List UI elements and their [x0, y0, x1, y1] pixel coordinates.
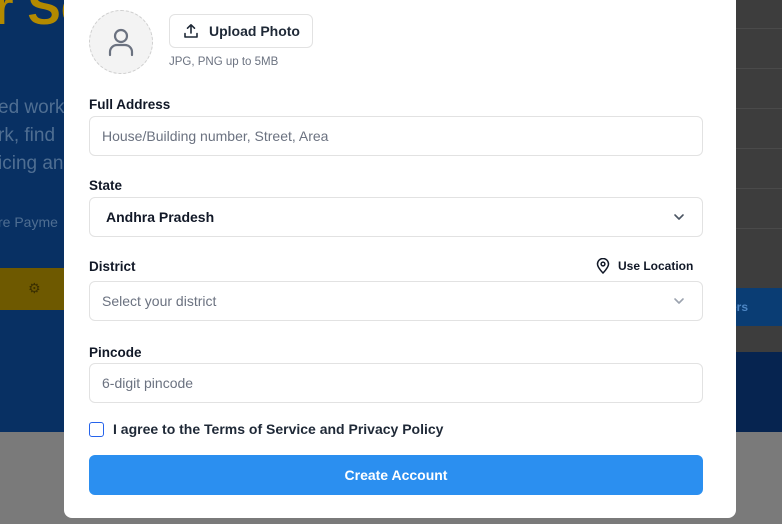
district-select[interactable]: Select your district: [89, 281, 703, 321]
avatar-placeholder[interactable]: [89, 10, 153, 74]
background-text-line: rk, find: [0, 125, 56, 146]
upload-photo-label: Upload Photo: [209, 23, 300, 39]
background-divider: [736, 108, 782, 109]
use-location-label: Use Location: [618, 259, 694, 273]
state-selected-value: Andhra Pradesh: [106, 209, 215, 225]
pincode-label: Pincode: [89, 345, 142, 360]
background-divider: [736, 228, 782, 229]
user-icon: [108, 28, 134, 57]
map-pin-icon: [596, 258, 610, 274]
district-placeholder: Select your district: [102, 293, 217, 309]
signup-modal: Upload Photo JPG, PNG up to 5MB Full Add…: [64, 0, 736, 518]
terms-checkbox[interactable]: [89, 421, 104, 437]
create-account-label: Create Account: [344, 467, 448, 483]
background-text-line: ed work: [0, 97, 65, 118]
background-divider: [736, 28, 782, 29]
chevron-down-icon: [674, 298, 684, 304]
background-text-line: icing an: [0, 153, 64, 174]
use-location-button[interactable]: Use Location: [596, 256, 693, 276]
background-divider: [736, 68, 782, 69]
background-divider: [736, 188, 782, 189]
upload-icon: [184, 24, 198, 38]
wrench-icon: ⚙: [28, 280, 41, 296]
chevron-down-icon: [674, 214, 684, 220]
full-address-input[interactable]: House/Building number, Street, Area: [89, 116, 703, 156]
pincode-placeholder: 6-digit pincode: [102, 375, 194, 391]
upload-hint: JPG, PNG up to 5MB: [169, 56, 279, 68]
full-address-placeholder: House/Building number, Street, Area: [102, 128, 329, 144]
district-label: District: [89, 259, 136, 274]
create-account-button[interactable]: Create Account: [89, 455, 703, 495]
upload-photo-button[interactable]: Upload Photo: [169, 14, 313, 48]
state-label: State: [89, 178, 123, 193]
terms-agreement: I agree to the Terms of Service and Priv…: [89, 421, 443, 437]
pincode-input[interactable]: 6-digit pincode: [89, 363, 703, 403]
background-text-line: re Payme: [0, 214, 58, 230]
background-divider: [736, 148, 782, 149]
state-select[interactable]: Andhra Pradesh: [89, 197, 703, 237]
full-address-label: Full Address: [89, 97, 171, 112]
background-right-block: [736, 352, 782, 432]
terms-label[interactable]: I agree to the Terms of Service and Priv…: [113, 421, 443, 437]
